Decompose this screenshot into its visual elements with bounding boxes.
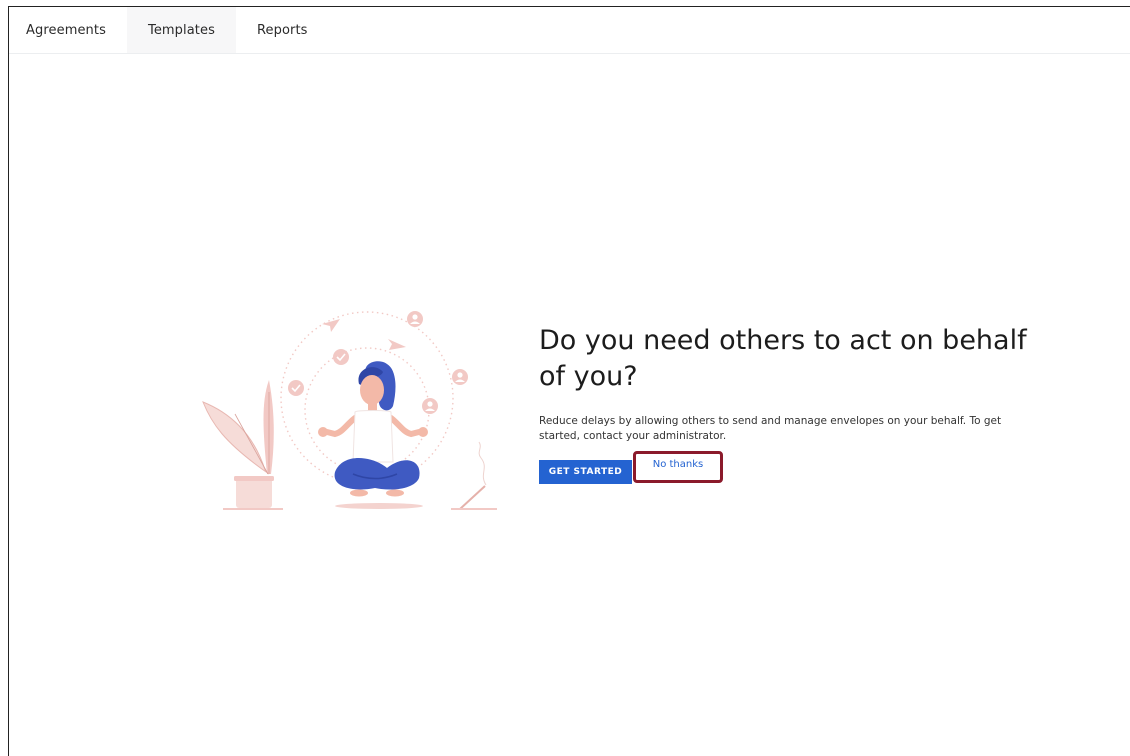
paper-plane-icon [388,339,406,350]
user-circle-icon [422,398,438,414]
check-circle-icon [288,380,304,396]
get-started-button[interactable]: GET STARTED [539,460,632,484]
incense-icon [451,441,497,510]
no-thanks-button[interactable]: No thanks [633,451,723,483]
tab-agreements[interactable]: Agreements [9,7,127,53]
user-circle-icon [407,311,423,327]
plant-icon [202,380,283,510]
top-navigation: Agreements Templates Reports [9,7,1130,54]
paper-plane-icon [322,319,340,332]
meditation-illustration [202,311,497,510]
user-circle-icon [452,369,468,385]
tab-templates[interactable]: Templates [126,7,236,53]
meditating-person-illustration [318,361,428,509]
check-circle-icon [333,349,349,365]
prompt-description: Reduce delays by allowing others to send… [539,415,1002,442]
page-title: Do you need others to act on behalf of y… [539,325,1027,392]
tab-reports[interactable]: Reports [236,7,329,53]
